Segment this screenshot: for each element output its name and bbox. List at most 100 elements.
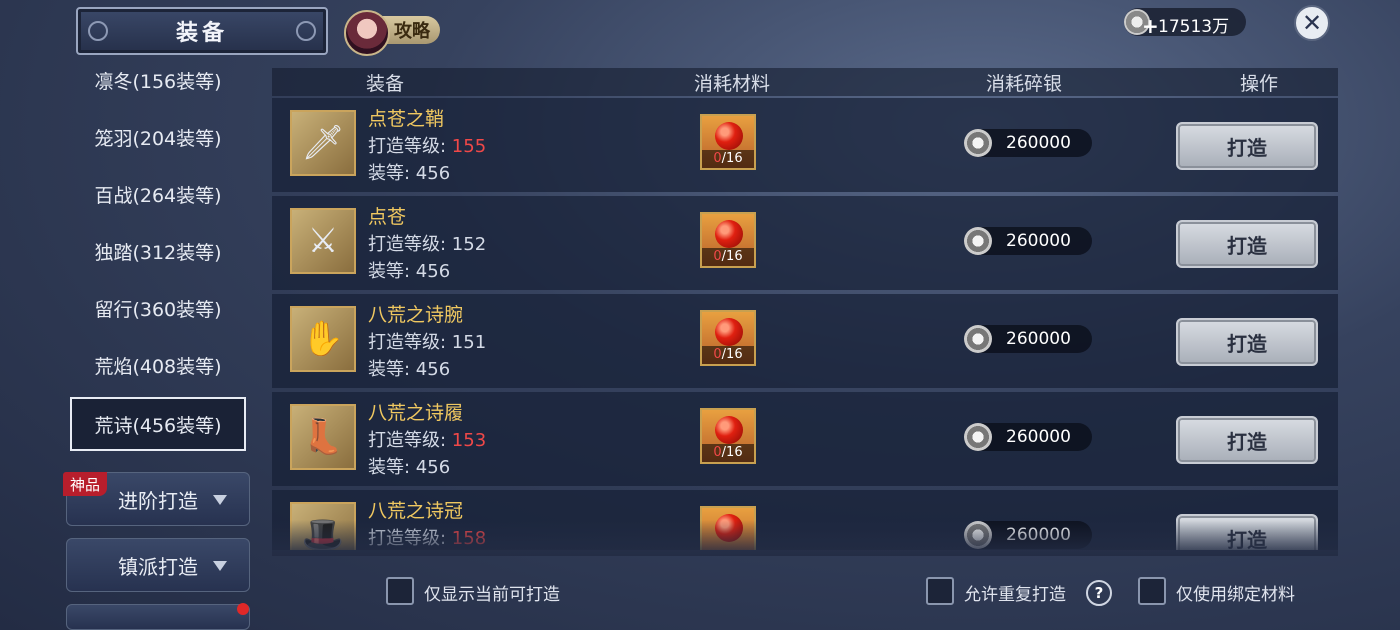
- material-slot[interactable]: 0/16: [700, 408, 756, 464]
- boots-icon[interactable]: 👢: [290, 404, 356, 470]
- material-count: 0/16: [702, 346, 754, 364]
- forge-level-value: 151: [451, 332, 487, 353]
- forge-level-value: 155: [451, 136, 487, 157]
- forge-level: 打造等级: 152: [368, 230, 486, 256]
- forge-level-value: 152: [451, 234, 487, 255]
- category-item[interactable]: 荒焰(408装等): [70, 343, 246, 387]
- item-level: 装等: 456: [368, 159, 450, 185]
- item-name: 八荒之诗履: [368, 402, 464, 424]
- item-level-value: 456: [415, 457, 451, 478]
- forge-level-prefix: 打造等级:: [368, 136, 452, 157]
- forge-level-value: 153: [451, 430, 487, 451]
- title-ornament-left: [88, 21, 108, 41]
- weapon-sheath-icon[interactable]: 🗡: [290, 110, 356, 176]
- chevron-down-icon: [213, 495, 227, 505]
- item-level-prefix: 装等:: [368, 261, 416, 282]
- silver-cost: 260000: [964, 325, 1092, 353]
- silver-coin-icon: [964, 325, 992, 353]
- forge-button[interactable]: 打造: [1176, 220, 1318, 268]
- category-item[interactable]: 百战(264装等): [70, 172, 246, 216]
- category-item[interactable]: 笼羽(204装等): [70, 115, 246, 159]
- material-slot[interactable]: 0/16: [700, 310, 756, 366]
- material-have: 0: [713, 249, 722, 264]
- allow-repeat-checkbox[interactable]: [926, 577, 954, 605]
- item-level-prefix: 装等:: [368, 457, 416, 478]
- more-dropdown[interactable]: [66, 604, 250, 630]
- material-need: /16: [721, 249, 743, 264]
- item-level-prefix: 装等:: [368, 359, 416, 380]
- notification-dot: [237, 603, 249, 615]
- material-count: 0/16: [702, 444, 754, 462]
- allow-repeat-label: 允许重复打造: [964, 585, 1066, 605]
- category-item[interactable]: 留行(360装等): [70, 286, 246, 330]
- table-row[interactable]: ⚔ 点苍 打造等级: 152 装等: 456 0/16 260000 打造: [272, 196, 1338, 290]
- item-name: 点苍: [368, 206, 407, 228]
- item-level: 装等: 456: [368, 355, 450, 381]
- close-button[interactable]: ✕: [1294, 5, 1330, 41]
- material-count: 0/16: [702, 248, 754, 266]
- forge-level: 打造等级: 155: [368, 132, 486, 158]
- item-level-value: 456: [415, 359, 451, 380]
- material-count: 0/16: [702, 150, 754, 168]
- table-row[interactable]: 👢 八荒之诗履 打造等级: 153 装等: 456 0/16 260000 打造: [272, 392, 1338, 486]
- header-equip: 装备: [366, 73, 405, 95]
- guide-avatar-icon: [344, 10, 390, 56]
- silver-cost: 260000: [964, 129, 1092, 157]
- silver-cost-value: 260000: [1006, 231, 1071, 251]
- add-currency-icon[interactable]: +: [1142, 14, 1159, 38]
- faction-forge-label: 镇派打造: [118, 554, 198, 579]
- material-slot[interactable]: 0/16: [700, 212, 756, 268]
- header-material: 消耗材料: [694, 73, 771, 95]
- material-have: 0: [713, 445, 722, 460]
- forge-level: 打造等级: 151: [368, 328, 486, 354]
- currency-value: 17513万: [1158, 17, 1230, 37]
- item-level-prefix: 装等:: [368, 163, 416, 184]
- category-item[interactable]: 凛冬(156装等): [70, 58, 246, 102]
- silver-cost: 260000: [964, 227, 1092, 255]
- table-header: 装备 消耗材料 消耗碎银 操作: [272, 68, 1338, 96]
- forge-button[interactable]: 打造: [1176, 122, 1318, 170]
- material-have: 0: [713, 151, 722, 166]
- red-orb-icon: [715, 318, 743, 346]
- table-row[interactable]: 🗡 点苍之鞘 打造等级: 155 装等: 456 0/16 260000 打造: [272, 98, 1338, 192]
- item-level: 装等: 456: [368, 257, 450, 283]
- help-icon[interactable]: ?: [1086, 580, 1112, 606]
- red-orb-icon: [715, 220, 743, 248]
- sword-icon[interactable]: ⚔: [290, 208, 356, 274]
- chevron-down-icon: [213, 561, 227, 571]
- faction-forge-dropdown[interactable]: 镇派打造: [66, 538, 250, 592]
- item-name: 八荒之诗冠: [368, 500, 464, 522]
- material-slot[interactable]: 0/16: [700, 114, 756, 170]
- guide-button[interactable]: 攻略: [344, 10, 440, 56]
- forge-level-prefix: 打造等级:: [368, 430, 452, 451]
- bound-only-label: 仅使用绑定材料: [1176, 585, 1295, 605]
- silver-cost-value: 260000: [1006, 133, 1071, 153]
- only-current-checkbox[interactable]: [386, 577, 414, 605]
- silver-cost: 260000: [964, 423, 1092, 451]
- forge-level-prefix: 打造等级:: [368, 234, 452, 255]
- page-title: 装备: [76, 7, 328, 55]
- bracer-icon[interactable]: ✋: [290, 306, 356, 372]
- bound-only-checkbox[interactable]: [1138, 577, 1166, 605]
- advanced-forge-label: 进阶打造: [118, 488, 198, 513]
- currency-display[interactable]: + 17513万: [1124, 8, 1246, 38]
- divine-tag-badge: 神品: [63, 472, 107, 496]
- material-have: 0: [713, 347, 722, 362]
- item-name: 点苍之鞘: [368, 108, 445, 130]
- item-level-value: 456: [415, 261, 451, 282]
- forge-button[interactable]: 打造: [1176, 416, 1318, 464]
- silver-cost-value: 260000: [1006, 427, 1071, 447]
- material-need: /16: [721, 151, 743, 166]
- category-item-selected[interactable]: 荒诗(456装等): [70, 397, 246, 451]
- forge-button[interactable]: 打造: [1176, 318, 1318, 366]
- silver-coin-icon: [964, 227, 992, 255]
- list-scroll-fade: [272, 520, 1338, 556]
- forge-level-prefix: 打造等级:: [368, 332, 452, 353]
- category-item[interactable]: 独踏(312装等): [70, 229, 246, 273]
- item-level: 装等: 456: [368, 453, 450, 479]
- item-level-value: 456: [415, 163, 451, 184]
- header-silver: 消耗碎银: [986, 73, 1063, 95]
- material-need: /16: [721, 347, 743, 362]
- silver-cost-value: 260000: [1006, 329, 1071, 349]
- table-row[interactable]: ✋ 八荒之诗腕 打造等级: 151 装等: 456 0/16 260000 打造: [272, 294, 1338, 388]
